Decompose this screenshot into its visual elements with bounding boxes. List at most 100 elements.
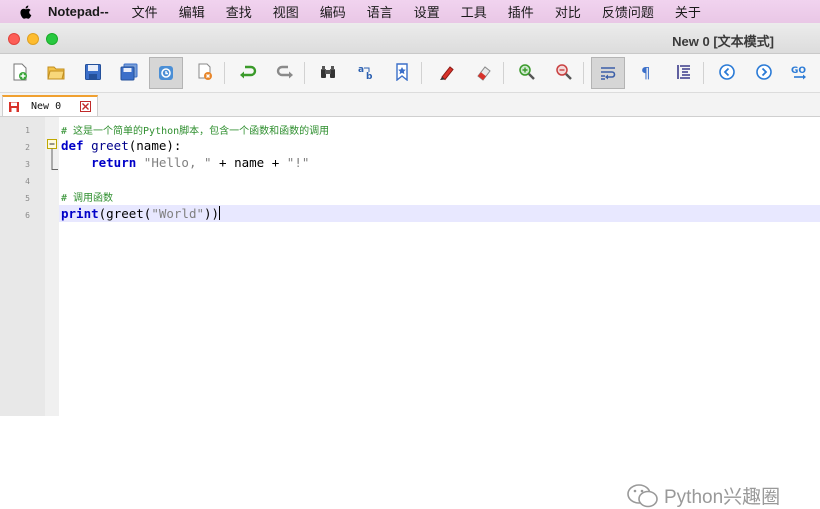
zoom-out-button[interactable] [551, 59, 577, 85]
menu-edit[interactable]: 编辑 [179, 2, 205, 21]
menu-settings[interactable]: 设置 [414, 2, 440, 21]
mark-button[interactable] [434, 59, 460, 85]
code-line-6: print(greet("World")) [61, 206, 221, 221]
menu-language[interactable]: 语言 [367, 2, 393, 21]
toolbar-separator [503, 62, 504, 84]
close-file-button[interactable] [149, 57, 183, 89]
code-comment: # 这是一个简单的Python脚本，包含一个函数和函数的调用 [61, 126, 330, 137]
bookmark-button[interactable] [389, 59, 415, 85]
word-wrap-button[interactable] [591, 57, 625, 89]
code-text: (greet( [98, 206, 152, 221]
watermark: Python兴趣圈 [626, 482, 780, 509]
close-window-button[interactable] [8, 33, 20, 45]
save-button[interactable] [80, 59, 106, 85]
keyword-def: def [61, 138, 84, 153]
menu-plugins[interactable]: 插件 [508, 2, 534, 21]
save-disk-icon [85, 64, 101, 80]
indent-guide-icon [677, 65, 690, 79]
line-number: 5 [25, 194, 30, 203]
fold-minus-icon[interactable] [45, 137, 59, 197]
code-text: + name + [211, 155, 287, 170]
svg-text:¶: ¶ [641, 64, 651, 81]
code-line-1: # 这是一个简单的Python脚本，包含一个函数和函数的调用 [61, 122, 329, 137]
replace-icon: ab [358, 65, 373, 81]
window-title: New 0 [文本模式] [672, 34, 774, 49]
svg-text:GO: GO [791, 66, 806, 76]
menu-encoding[interactable]: 编码 [320, 2, 346, 21]
save-all-icon [120, 63, 138, 81]
wechat-icon [627, 483, 658, 507]
save-all-button[interactable] [116, 59, 142, 85]
previous-button[interactable] [714, 59, 740, 85]
save-disk-icon [9, 102, 19, 112]
tab-label: New 0 [31, 101, 62, 112]
main-toolbar: ab ¶ GO [0, 54, 820, 93]
toolbar-separator [421, 62, 422, 84]
apple-logo-icon[interactable] [18, 4, 34, 20]
arrow-right-circle-icon [756, 64, 772, 80]
indent-guide-button[interactable] [671, 59, 697, 85]
code-text: )) [204, 206, 220, 221]
find-button[interactable] [315, 59, 341, 85]
window-titlebar: New 0 [文本模式] [0, 23, 820, 54]
goto-button[interactable]: GO [787, 59, 813, 85]
close-all-button[interactable] [192, 59, 218, 85]
string-literal: "!" [286, 155, 310, 170]
zoom-out-icon [556, 64, 572, 80]
menu-feedback[interactable]: 反馈问题 [602, 2, 654, 21]
open-folder-icon [47, 66, 65, 80]
redo-button[interactable] [272, 59, 298, 85]
svg-text:a: a [358, 65, 364, 75]
show-symbols-button[interactable]: ¶ [633, 59, 659, 85]
undo-icon [240, 65, 257, 79]
undo-button[interactable] [235, 59, 261, 85]
menu-about[interactable]: 关于 [675, 2, 701, 21]
zoom-in-button[interactable] [514, 59, 540, 85]
line-number: 6 [25, 211, 30, 220]
close-all-icon [198, 63, 212, 80]
menu-tools[interactable]: 工具 [461, 2, 487, 21]
code-line-3: return "Hello, " + name + "!" [61, 155, 309, 170]
maximize-window-button[interactable] [46, 33, 58, 45]
menu-file[interactable]: 文件 [132, 2, 158, 21]
fold-margin [45, 117, 59, 416]
redo-icon [276, 65, 293, 79]
replace-button[interactable]: ab [353, 59, 379, 85]
menu-find[interactable]: 查找 [226, 2, 252, 21]
traffic-lights [8, 33, 58, 45]
toolbar-separator [224, 62, 225, 84]
goto-icon: GO [791, 66, 806, 80]
marker-pen-icon [440, 66, 454, 81]
bookmark-icon [396, 63, 408, 81]
keyword-print: print [61, 206, 99, 221]
new-file-icon [13, 63, 27, 81]
menu-view[interactable]: 视图 [273, 2, 299, 21]
pilcrow-icon: ¶ [641, 64, 651, 81]
minimize-window-button[interactable] [27, 33, 39, 45]
string-literal: "World" [151, 206, 205, 221]
clear-mark-button[interactable] [471, 59, 497, 85]
line-number: 1 [25, 126, 30, 135]
watermark-text: Python兴趣圈 [664, 487, 781, 508]
keyword-return: return [91, 155, 137, 170]
tab-bar: New 0 [0, 93, 820, 117]
toolbar-separator [583, 62, 584, 84]
line-number-gutter: 1 2 3 4 5 6 [0, 117, 45, 416]
code-line-2: def greet(name): [61, 138, 181, 153]
new-file-button[interactable] [7, 59, 33, 85]
code-text: (name): [128, 138, 182, 153]
app-menu-notepad[interactable]: Notepad-- [48, 4, 109, 19]
tab-new-0[interactable]: New 0 [2, 95, 98, 116]
code-comment: # 调用函数 [61, 193, 114, 204]
line-number: 4 [25, 177, 30, 186]
open-file-button[interactable] [43, 59, 69, 85]
next-button[interactable] [751, 59, 777, 85]
macos-menubar: Notepad-- 文件 编辑 查找 视图 编码 语言 设置 工具 插件 对比 … [0, 0, 820, 23]
menu-compare[interactable]: 对比 [555, 2, 581, 21]
close-icon[interactable] [80, 101, 91, 112]
svg-text:b: b [366, 72, 373, 81]
code-editor[interactable]: 1 2 3 4 5 6 # 这是一个简单的Python脚本，包含一个函数和函数的… [0, 117, 820, 508]
line-number: 2 [25, 143, 30, 152]
binoculars-icon [321, 66, 335, 78]
